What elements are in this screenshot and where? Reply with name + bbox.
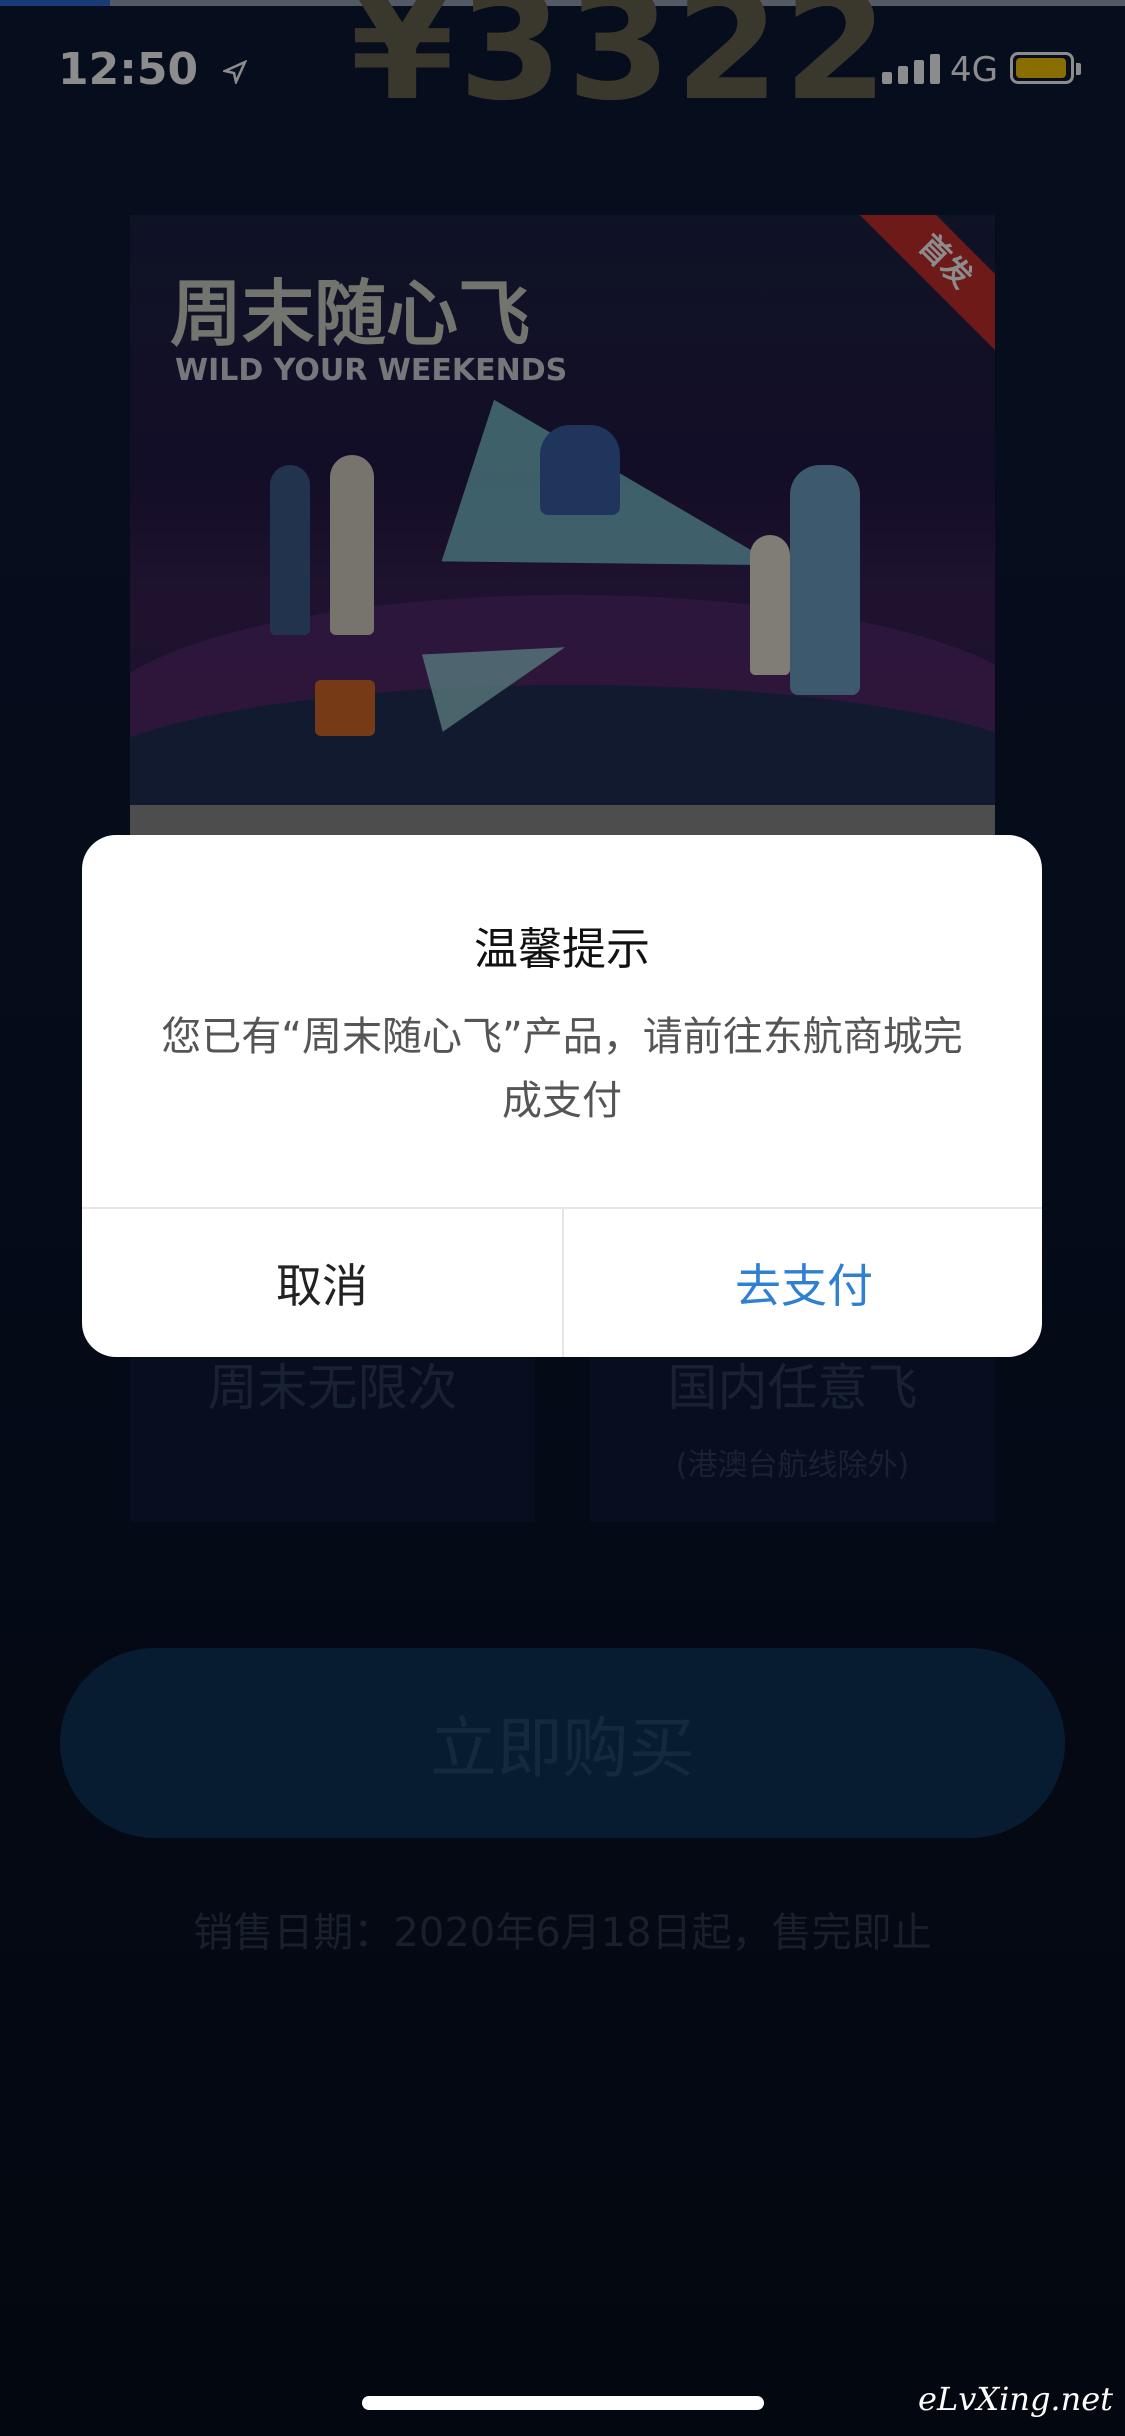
alert-dialog: 温馨提示 您已有“周末随心飞”产品，请前往东航商城完成支付 取消 去支付 xyxy=(82,835,1042,1357)
go-pay-button[interactable]: 去支付 xyxy=(564,1209,1042,1357)
home-indicator[interactable] xyxy=(362,2396,764,2410)
dialog-message: 您已有“周末随心飞”产品，请前往东航商城完成支付 xyxy=(161,1014,963,1124)
dialog-title: 温馨提示 xyxy=(474,924,650,975)
watermark-text: eLvXing.net xyxy=(918,2380,1113,2418)
cancel-button[interactable]: 取消 xyxy=(82,1209,562,1357)
